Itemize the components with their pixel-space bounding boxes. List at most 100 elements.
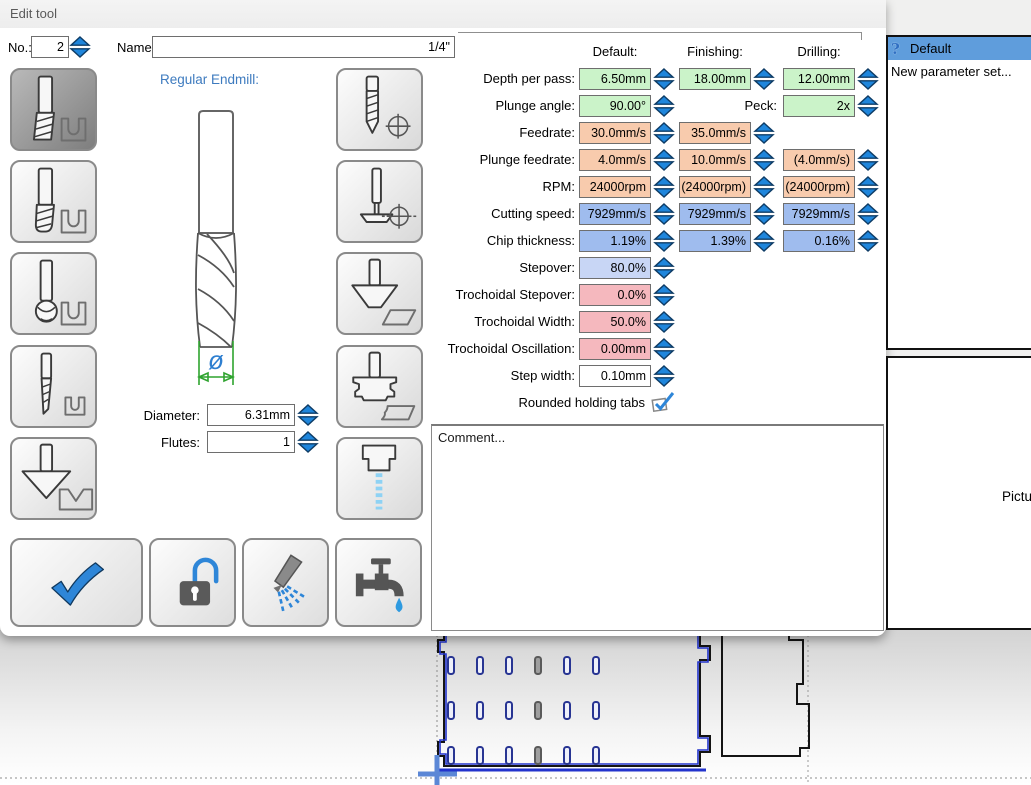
- param-label: Cutting speed:: [425, 206, 575, 221]
- tool-number-spinner[interactable]: [69, 36, 91, 58]
- param-field[interactable]: (24000rpm): [679, 176, 751, 198]
- spinner-up-down[interactable]: [857, 230, 879, 252]
- spinner-up-down[interactable]: [653, 203, 675, 225]
- slot-cutout[interactable]: [564, 747, 570, 764]
- param-field[interactable]: 18.00mm: [679, 68, 751, 90]
- spinner-up-down[interactable]: [653, 230, 675, 252]
- spinner-up-down[interactable]: [653, 311, 675, 333]
- slot-cutout[interactable]: [477, 702, 483, 719]
- param-field[interactable]: 1.39%: [679, 230, 751, 252]
- param-field[interactable]: 90.00°: [579, 95, 651, 117]
- parameter-set-item-default[interactable]: ? Default: [888, 37, 1031, 60]
- slot-cutout[interactable]: [593, 702, 599, 719]
- slot-cutout[interactable]: [506, 702, 512, 719]
- param-field[interactable]: 0.10mm: [579, 365, 651, 387]
- lock-open-button[interactable]: [149, 538, 236, 627]
- radius-endmill-button[interactable]: [10, 160, 97, 243]
- spinner-up-down[interactable]: [857, 149, 879, 171]
- slot-cutter-button[interactable]: [336, 160, 423, 243]
- confirm-button[interactable]: [10, 538, 143, 627]
- param-label: Stepover:: [425, 260, 575, 275]
- spinner-up-down[interactable]: [653, 68, 675, 90]
- v-bit-button[interactable]: [10, 437, 97, 520]
- slot-cutout[interactable]: [535, 702, 541, 719]
- slot-cutout[interactable]: [477, 657, 483, 674]
- param-field[interactable]: 0.00mm: [579, 338, 651, 360]
- spinner-up-down[interactable]: [753, 122, 775, 144]
- param-field[interactable]: 7929mm/s: [579, 203, 651, 225]
- ball-nose-endmill-button[interactable]: [10, 252, 97, 335]
- profile-bit-button[interactable]: [336, 345, 423, 428]
- slot-cutout[interactable]: [448, 702, 454, 719]
- param-field[interactable]: 10.0mm/s: [679, 149, 751, 171]
- slot-cutout[interactable]: [535, 657, 541, 674]
- slot-cutout[interactable]: [593, 657, 599, 674]
- slot-cutout[interactable]: [535, 747, 541, 764]
- tool-number-input[interactable]: [31, 36, 69, 58]
- slot-cutout[interactable]: [506, 747, 512, 764]
- param-field[interactable]: (24000rpm): [783, 176, 855, 198]
- comment-textarea[interactable]: [431, 424, 884, 631]
- param-field[interactable]: 24000rpm: [579, 176, 651, 198]
- param-field[interactable]: 6.50mm: [579, 68, 651, 90]
- param-field[interactable]: 4.0mm/s: [579, 149, 651, 171]
- param-label: Step width:: [425, 368, 575, 383]
- diameter-input[interactable]: [207, 404, 295, 426]
- spinner-up-down[interactable]: [753, 149, 775, 171]
- flutes-input[interactable]: [207, 431, 295, 453]
- spinner-up-down[interactable]: [653, 365, 675, 387]
- drill-button[interactable]: [336, 68, 423, 151]
- thread-mill-button[interactable]: [336, 437, 423, 520]
- rounded-holding-tabs-checkbox[interactable]: [649, 391, 675, 413]
- part-outline-main[interactable]: [438, 630, 710, 766]
- chamfer-mill-button[interactable]: [336, 252, 423, 335]
- spinner-up-down[interactable]: [653, 95, 675, 117]
- spinner-up-down[interactable]: [653, 149, 675, 171]
- diameter-spinner[interactable]: [297, 404, 319, 426]
- spinner-up-down[interactable]: [653, 122, 675, 144]
- air-blast-button[interactable]: [242, 538, 329, 627]
- param-field[interactable]: 0.0%: [579, 284, 651, 306]
- slot-cutout[interactable]: [477, 747, 483, 764]
- spinner-up-down[interactable]: [653, 257, 675, 279]
- spinner-up-down[interactable]: [857, 203, 879, 225]
- slot-cutout[interactable]: [448, 747, 454, 764]
- spinner-up-down[interactable]: [753, 68, 775, 90]
- part-outline-side[interactable]: [722, 630, 809, 756]
- spinner-up-down[interactable]: [753, 176, 775, 198]
- cad-canvas[interactable]: [0, 630, 1031, 785]
- spinner-up-down[interactable]: [753, 203, 775, 225]
- param-field[interactable]: 50.0%: [579, 311, 651, 333]
- slot-cutout[interactable]: [564, 657, 570, 674]
- slot-cutout[interactable]: [564, 702, 570, 719]
- param-field[interactable]: 7929mm/s: [679, 203, 751, 225]
- param-field[interactable]: (4.0mm/s): [783, 149, 855, 171]
- slot-cutout[interactable]: [448, 657, 454, 674]
- spinner-up-down[interactable]: [653, 176, 675, 198]
- param-field[interactable]: 0.16%: [783, 230, 855, 252]
- param-field[interactable]: 12.00mm: [783, 68, 855, 90]
- slot-cutout[interactable]: [506, 657, 512, 674]
- diameter-label: Diameter:: [120, 408, 200, 423]
- spinner-up-down[interactable]: [653, 338, 675, 360]
- application-screen: Edit tool No.: Name:: [0, 0, 1031, 785]
- faucet-icon: [346, 550, 412, 616]
- param-field[interactable]: 1.19%: [579, 230, 651, 252]
- slot-cutout[interactable]: [593, 747, 599, 764]
- engraving-bit-button[interactable]: [10, 345, 97, 428]
- spinner-up-down[interactable]: [857, 68, 879, 90]
- param-field[interactable]: 2x: [783, 95, 855, 117]
- coolant-button[interactable]: [335, 538, 422, 627]
- param-field[interactable]: 80.0%: [579, 257, 651, 279]
- spinner-up-down[interactable]: [653, 284, 675, 306]
- spinner-up-down[interactable]: [857, 176, 879, 198]
- param-field[interactable]: 30.0mm/s: [579, 122, 651, 144]
- spinner-up-down[interactable]: [857, 95, 879, 117]
- parameter-set-item-new[interactable]: New parameter set...: [888, 60, 1031, 83]
- param-field[interactable]: 7929mm/s: [783, 203, 855, 225]
- tool-name-input[interactable]: [152, 36, 455, 58]
- spinner-up-down[interactable]: [753, 230, 775, 252]
- flat-endmill-button[interactable]: [10, 68, 97, 151]
- flutes-spinner[interactable]: [297, 431, 319, 453]
- param-field[interactable]: 35.0mm/s: [679, 122, 751, 144]
